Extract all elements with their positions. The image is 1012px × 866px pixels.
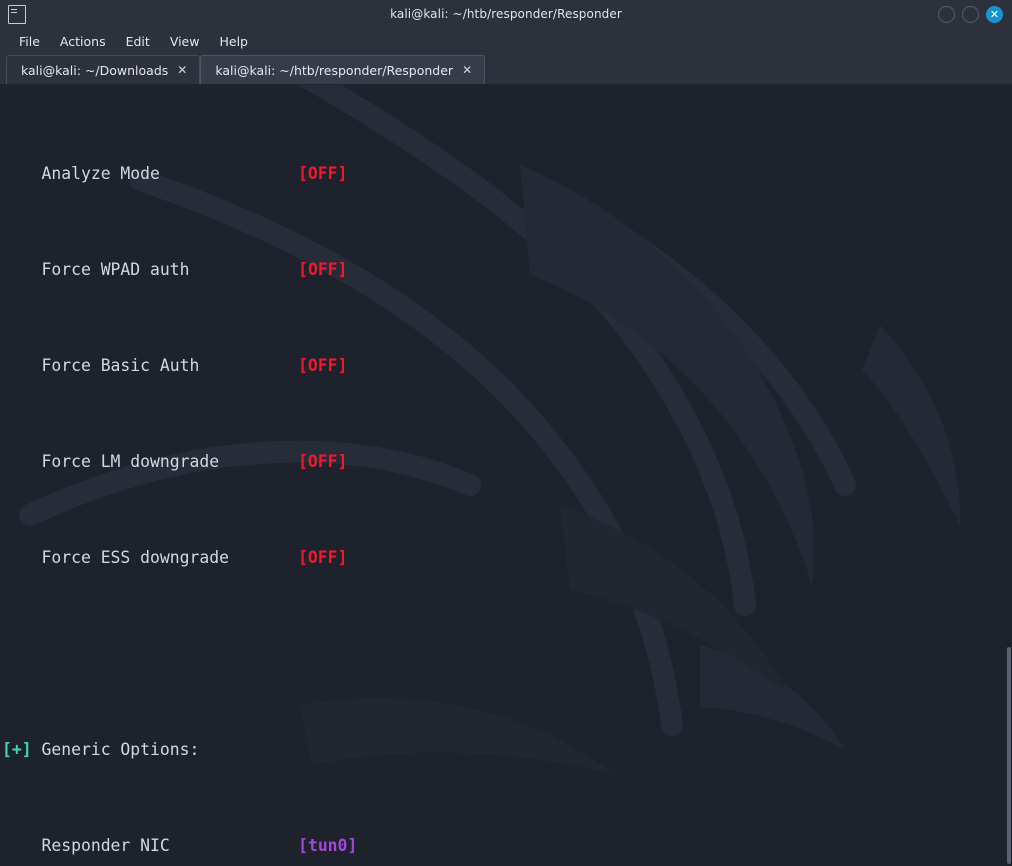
- terminal-line: Force Basic Auth [OFF]: [2, 354, 1012, 378]
- terminal-line: Force WPAD auth [OFF]: [2, 258, 1012, 282]
- maximize-button[interactable]: [962, 6, 979, 23]
- terminal-line: Responder NIC [tun0]: [2, 834, 1012, 858]
- window-controls: ✕: [938, 6, 1012, 23]
- terminal-line: Force ESS downgrade [OFF]: [2, 546, 1012, 570]
- tab-close-icon[interactable]: ✕: [177, 64, 187, 76]
- tab-bar: kali@kali: ~/Downloads ✕ kali@kali: ~/ht…: [0, 54, 1012, 85]
- poisoner-label-force-lm-downgrade: Force LM downgrade: [41, 452, 219, 471]
- section-marker: [+]: [2, 740, 32, 759]
- option-label-responder-nic: Responder NIC: [41, 836, 169, 855]
- terminal-scrollbar[interactable]: [1006, 85, 1012, 866]
- terminal-output: Analyze Mode [OFF] Force WPAD auth [OFF]…: [0, 85, 1012, 866]
- poisoner-label-force-ess-downgrade: Force ESS downgrade: [41, 548, 229, 567]
- terminal-line: [+] Generic Options:: [2, 738, 1012, 762]
- poisoner-value-force-wpad-auth: [OFF]: [298, 260, 347, 279]
- tab-label: kali@kali: ~/htb/responder/Responder: [215, 63, 453, 78]
- section-header-generic-options: Generic Options:: [41, 740, 199, 759]
- terminal-window: kali@kali: ~/htb/responder/Responder ✕ F…: [0, 0, 1012, 866]
- menu-item-help[interactable]: Help: [210, 31, 257, 52]
- poisoner-value-analyze-mode: [OFF]: [298, 164, 347, 183]
- poisoner-value-force-basic-auth: [OFF]: [298, 356, 347, 375]
- scrollbar-thumb[interactable]: [1007, 647, 1011, 864]
- poisoner-value-force-ess-downgrade: [OFF]: [298, 548, 347, 567]
- terminal-line: Analyze Mode [OFF]: [2, 162, 1012, 186]
- terminal-body[interactable]: Analyze Mode [OFF] Force WPAD auth [OFF]…: [0, 85, 1012, 866]
- window-title: kali@kali: ~/htb/responder/Responder: [0, 7, 1012, 21]
- close-button[interactable]: ✕: [986, 6, 1003, 23]
- terminal-blank-line: [2, 642, 1012, 666]
- tab-downloads[interactable]: kali@kali: ~/Downloads ✕: [6, 55, 200, 84]
- tab-label: kali@kali: ~/Downloads: [21, 63, 168, 78]
- tab-responder[interactable]: kali@kali: ~/htb/responder/Responder ✕: [200, 55, 485, 84]
- poisoner-label-force-wpad-auth: Force WPAD auth: [41, 260, 189, 279]
- terminal-icon: [8, 5, 26, 24]
- title-bar: kali@kali: ~/htb/responder/Responder ✕: [0, 0, 1012, 28]
- menu-bar: File Actions Edit View Help: [0, 28, 1012, 54]
- minimize-button[interactable]: [938, 6, 955, 23]
- menu-item-actions[interactable]: Actions: [51, 31, 115, 52]
- tab-close-icon[interactable]: ✕: [462, 64, 472, 76]
- poisoner-value-force-lm-downgrade: [OFF]: [298, 452, 347, 471]
- poisoner-label-force-basic-auth: Force Basic Auth: [41, 356, 199, 375]
- menu-item-file[interactable]: File: [10, 31, 49, 52]
- terminal-line: Force LM downgrade [OFF]: [2, 450, 1012, 474]
- menu-item-view[interactable]: View: [161, 31, 209, 52]
- menu-item-edit[interactable]: Edit: [117, 31, 159, 52]
- option-value-responder-nic: [tun0]: [298, 836, 357, 855]
- poisoner-label-analyze-mode: Analyze Mode: [41, 164, 159, 183]
